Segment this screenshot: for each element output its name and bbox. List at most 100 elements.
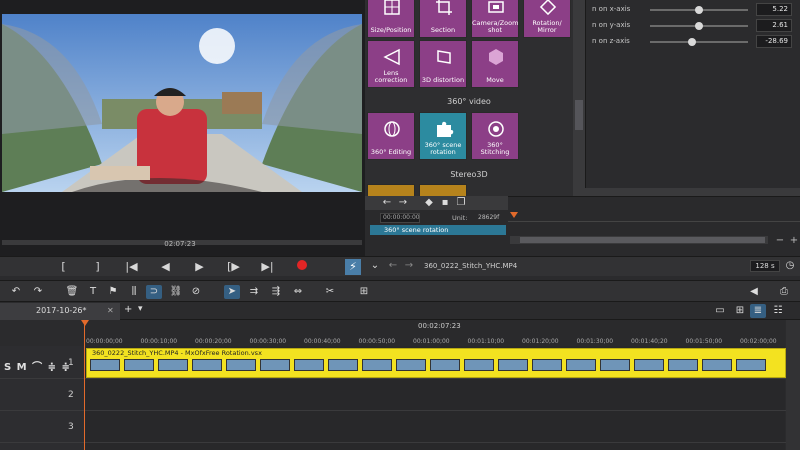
go-to-in-button[interactable]: |◀	[115, 260, 149, 273]
keyframe-scroll-thumb[interactable]	[520, 237, 765, 243]
effect-tile-360-stitching[interactable]: 360° Stitching	[471, 112, 519, 160]
effects-scroll-thumb[interactable]	[575, 100, 583, 130]
redo-icon[interactable]: ↷	[30, 285, 46, 299]
camera-zoom-icon	[488, 1, 504, 13]
pointer-trim-icon[interactable]: ⇶	[268, 285, 284, 299]
slider-knob[interactable]	[687, 38, 696, 46]
effect-tile-360-scene-rotation[interactable]: 360° scene rotation	[419, 112, 467, 160]
grid-icon[interactable]: ⊞	[732, 304, 748, 318]
keyframe-track-row[interactable]: 360° scene rotation	[370, 225, 506, 235]
effect-tile-section[interactable]: Section	[419, 0, 467, 38]
copy-keyframe-icon[interactable]: ❐	[453, 196, 469, 210]
add-keyframe-icon[interactable]: ◆	[421, 196, 437, 210]
effect-tile-lens-correction[interactable]: Lens correction	[367, 40, 415, 88]
chevron-down-icon[interactable]: ▾	[138, 304, 143, 314]
effect-tile-move[interactable]: Move	[471, 40, 519, 88]
play-button[interactable]: ▶	[183, 260, 217, 273]
monitor-icon[interactable]: ▭	[712, 304, 728, 318]
zoom-in-icon[interactable]: +	[786, 234, 800, 248]
ripple-icon[interactable]: ⇔	[290, 285, 306, 299]
track-divider	[0, 410, 800, 411]
slider-knob[interactable]	[695, 22, 703, 30]
param-slider-x[interactable]	[650, 6, 748, 14]
stitching-icon	[488, 121, 504, 137]
effect-tile-stereo-1[interactable]	[367, 184, 415, 196]
text-icon[interactable]: T	[85, 285, 101, 299]
add-tab-button[interactable]: +	[124, 304, 132, 315]
tab-project[interactable]: 2017-10-26* ✕	[0, 303, 120, 320]
storyboard-icon[interactable]: ☷	[770, 304, 786, 318]
mark-in-button[interactable]: [	[47, 260, 81, 273]
effects-scrollbar[interactable]	[573, 0, 585, 196]
param-value-z[interactable]: -28.69	[756, 35, 792, 48]
preview-timecode: 02:07:23	[164, 240, 196, 248]
ruler-tick-label: 00:00:20;00	[195, 338, 232, 345]
pointer-multi-icon[interactable]: ⇉	[246, 285, 262, 299]
playhead-handle[interactable]	[81, 320, 89, 326]
trash-icon[interactable]: 🗑	[64, 285, 80, 299]
tab-bar	[0, 302, 800, 320]
keyframe-playhead[interactable]	[510, 212, 518, 218]
effect-tile-3d-distortion[interactable]: 3D distortion	[419, 40, 467, 88]
forward-icon[interactable]: →	[401, 259, 417, 273]
link-icon[interactable]: ⛓	[168, 285, 184, 299]
effect-tile-camera-zoom[interactable]: Camera/Zoom shot	[471, 0, 519, 38]
arrow-left-icon[interactable]: ←	[379, 196, 395, 210]
track-1-controls[interactable]: S M ⌒ ≑ ≑	[4, 358, 71, 373]
ruler-tick-label: 00:01:40;20	[631, 338, 668, 345]
keyframe-ruler[interactable]	[508, 212, 800, 222]
unit-label: Unit:	[452, 214, 468, 222]
distortion-icon	[437, 50, 451, 64]
unlink-icon[interactable]: ⊘	[188, 285, 204, 299]
mixer-icon[interactable]: ⫼	[126, 285, 142, 299]
pointer-icon[interactable]: ➤	[224, 285, 240, 299]
hexagon-icon	[489, 49, 503, 65]
next-marker-button[interactable]: ▶|	[251, 260, 285, 273]
undo-icon[interactable]: ↶	[8, 285, 24, 299]
record-button[interactable]	[285, 260, 319, 273]
export-icon[interactable]: ⎙	[776, 285, 792, 299]
parameters-scrollbar[interactable]	[585, 188, 800, 196]
clock-icon[interactable]: ◷	[782, 259, 798, 273]
slider-knob[interactable]	[695, 6, 703, 14]
timeline-scrollbar[interactable]	[786, 320, 800, 450]
previous-frame-button[interactable]: ◀	[149, 260, 183, 273]
param-slider-y[interactable]	[650, 22, 748, 30]
clip-thumbnail	[566, 359, 596, 371]
keyframe-timecode[interactable]: 00:00:00:00	[380, 213, 420, 223]
speaker-icon[interactable]: ◀	[746, 285, 762, 299]
video-preview[interactable]	[2, 14, 362, 192]
track-divider	[0, 442, 800, 443]
param-value-y[interactable]: 2.61	[756, 19, 792, 32]
param-label: n on z-axis	[592, 37, 630, 45]
flag-icon[interactable]: ⚑	[105, 285, 121, 299]
param-slider-z[interactable]	[650, 38, 748, 46]
effect-tile-stereo-2[interactable]	[419, 184, 467, 196]
flash-icon[interactable]: ⚡	[345, 259, 361, 275]
object-duration[interactable]: 128 s	[750, 260, 780, 272]
effect-tile-rotation-mirror[interactable]: Rotation/ Mirror	[523, 0, 571, 38]
mark-out-button[interactable]: ]	[81, 260, 115, 273]
close-icon[interactable]: ✕	[107, 306, 114, 315]
effects-panel: Size/Position Section Camera/Zoom shot R…	[365, 0, 573, 196]
scissors-icon[interactable]: ✂	[322, 285, 338, 299]
unit-value: 28629f	[478, 214, 500, 221]
arrow-right-icon[interactable]: →	[395, 196, 411, 210]
go-to-out-button[interactable]: [▶	[217, 260, 251, 273]
param-row-x: n on x-axis 5.22	[586, 3, 800, 17]
ruler-tick-label: 00:00:10;00	[140, 338, 178, 345]
timeline-mode-icon[interactable]: ≣	[750, 304, 766, 318]
ruler-tick-label: 00:01:30;00	[576, 338, 614, 345]
chevron-down-icon[interactable]: ⌄	[367, 259, 383, 273]
effect-tile-size-position[interactable]: Size/Position	[367, 0, 415, 38]
magnet-icon[interactable]: ⊃	[146, 285, 162, 299]
ruler-tick-label: 00:00:50;00	[358, 338, 396, 345]
effect-tile-360-editing[interactable]: 360° Editing	[367, 112, 415, 160]
effect-label: Rotation/ Mirror	[532, 19, 562, 34]
back-icon[interactable]: ←	[385, 259, 401, 273]
insert-icon[interactable]: ⊞	[356, 285, 372, 299]
track-number: 2	[68, 390, 74, 400]
param-value-x[interactable]: 5.22	[756, 3, 792, 16]
timeline-playhead[interactable]	[84, 322, 85, 450]
delete-keyframe-icon[interactable]: ▪	[437, 196, 453, 210]
